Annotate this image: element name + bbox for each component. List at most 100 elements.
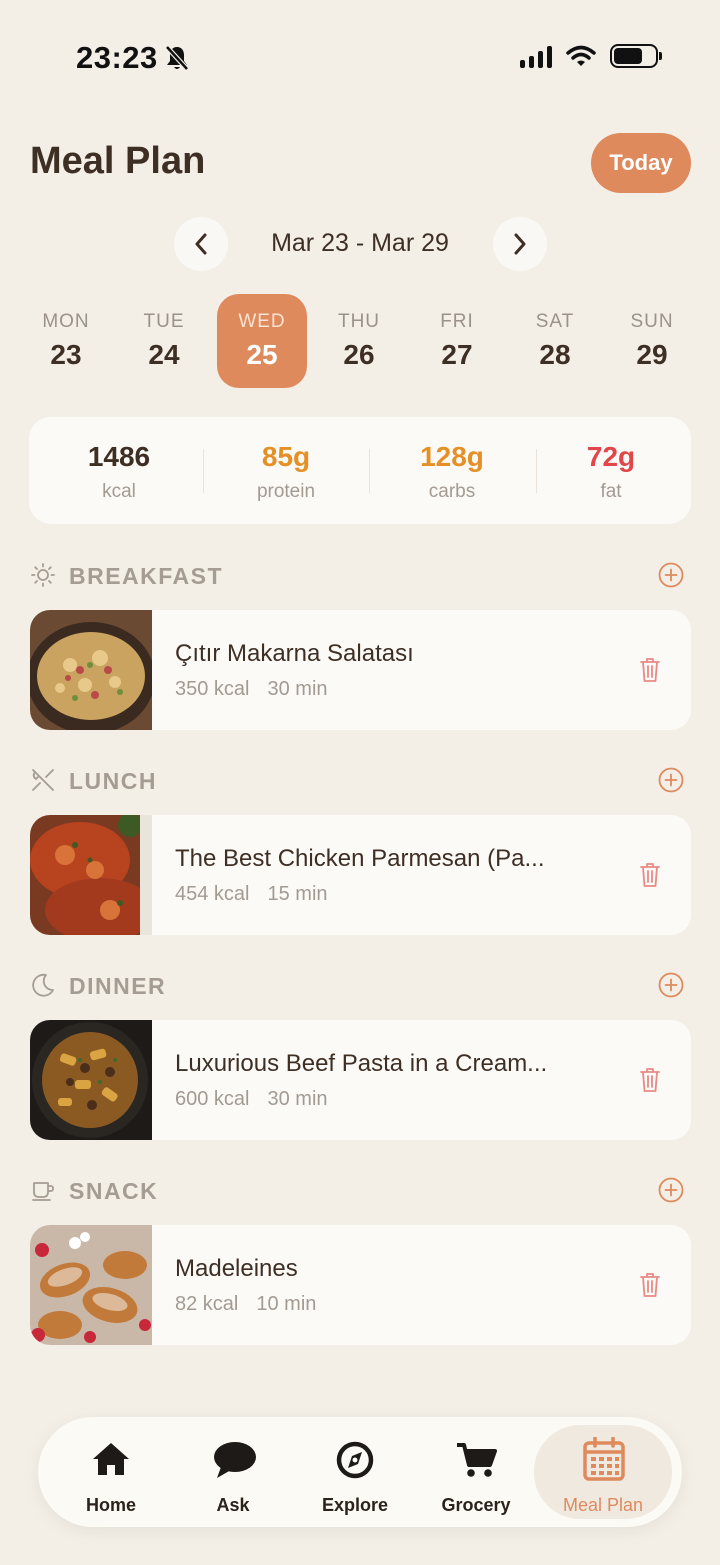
bottom-tab-bar: Home Ask Explore Grocery Meal Plan bbox=[38, 1417, 682, 1527]
day-mon[interactable]: MON 23 bbox=[21, 294, 111, 388]
day-number: 26 bbox=[343, 339, 375, 370]
meal-meta: 350 kcal 30 min bbox=[175, 678, 328, 701]
protein-label: protein bbox=[256, 481, 316, 502]
meal-duration: 30 min bbox=[267, 1088, 328, 1110]
breakfast-meal-card[interactable]: Çıtır Makarna Salatası 350 kcal 30 min bbox=[30, 610, 691, 730]
day-of-week: MON bbox=[42, 311, 90, 332]
meal-duration: 10 min bbox=[256, 1293, 317, 1315]
status-indicators bbox=[520, 44, 662, 68]
meal-calories: 454 kcal bbox=[175, 883, 250, 905]
carbs-stat: 128g carbs bbox=[369, 441, 535, 503]
status-time: 23:23 bbox=[76, 40, 158, 75]
meal-image bbox=[30, 815, 152, 935]
meal-image bbox=[30, 610, 152, 730]
sun-icon bbox=[31, 563, 55, 587]
cup-icon bbox=[32, 1182, 54, 1201]
lunch-section-header: LUNCH bbox=[30, 765, 690, 795]
meal-meta: 600 kcal 30 min bbox=[175, 1088, 328, 1111]
day-number: 29 bbox=[636, 339, 668, 370]
day-number: 25 bbox=[246, 339, 278, 370]
lunch-meal-card[interactable]: The Best Chicken Parmesan (Pa... 454 kca… bbox=[30, 815, 691, 935]
fat-value: 72g bbox=[586, 441, 636, 472]
section-label: LUNCH bbox=[69, 768, 157, 794]
tab-home[interactable]: Home bbox=[51, 1425, 171, 1519]
section-label: BREAKFAST bbox=[69, 563, 224, 589]
meal-calories: 82 kcal bbox=[175, 1293, 239, 1315]
today-button[interactable]: Today bbox=[591, 133, 691, 193]
trash-icon[interactable] bbox=[638, 861, 662, 889]
snack-meal-card[interactable]: Madeleines 82 kcal 10 min bbox=[30, 1225, 691, 1345]
meal-name: Luxurious Beef Pasta in a Cream... bbox=[175, 1050, 548, 1077]
trash-icon[interactable] bbox=[638, 1066, 662, 1094]
day-number: 27 bbox=[441, 339, 473, 370]
meal-image bbox=[30, 1225, 152, 1345]
moon-icon bbox=[32, 973, 54, 997]
week-navigator: Mar 23 - Mar 29 bbox=[0, 217, 720, 271]
kcal-stat: 1486 kcal bbox=[36, 441, 202, 503]
day-sat[interactable]: SAT 28 bbox=[510, 294, 600, 388]
trash-icon[interactable] bbox=[638, 656, 662, 684]
day-selector: MON 23 TUE 24 WED 25 THU 26 FRI 27 SAT 2… bbox=[20, 294, 700, 388]
chevron-right-icon bbox=[514, 233, 526, 255]
carbs-label: carbs bbox=[428, 481, 476, 502]
breakfast-section-header: BREAKFAST bbox=[30, 560, 690, 590]
shopping-cart-icon bbox=[457, 1443, 497, 1477]
section-label: DINNER bbox=[69, 973, 167, 999]
day-of-week: TUE bbox=[143, 311, 185, 332]
tab-ask[interactable]: Ask bbox=[173, 1425, 293, 1519]
meal-name: Madeleines bbox=[175, 1255, 298, 1282]
day-fri[interactable]: FRI 27 bbox=[412, 294, 502, 388]
status-bar: 23:23 bbox=[0, 38, 720, 82]
meal-duration: 15 min bbox=[267, 883, 328, 905]
tab-label: Grocery bbox=[441, 1495, 511, 1515]
day-of-week: SUN bbox=[630, 311, 674, 332]
dinner-section-header: DINNER bbox=[30, 970, 690, 1000]
calendar-icon bbox=[583, 1437, 625, 1481]
meal-meta: 82 kcal 10 min bbox=[175, 1293, 316, 1316]
bell-muted-icon bbox=[165, 45, 189, 71]
meal-duration: 30 min bbox=[267, 678, 328, 700]
add-lunch-button[interactable] bbox=[658, 767, 684, 793]
add-breakfast-button[interactable] bbox=[658, 562, 684, 588]
day-number: 24 bbox=[148, 339, 180, 370]
wifi-icon bbox=[566, 45, 596, 66]
next-week-button[interactable] bbox=[493, 217, 547, 271]
day-thu[interactable]: THU 26 bbox=[314, 294, 404, 388]
carbs-value: 128g bbox=[420, 441, 484, 472]
fat-stat: 72g fat bbox=[528, 441, 694, 503]
trash-icon[interactable] bbox=[638, 1271, 662, 1299]
meal-image bbox=[30, 1020, 152, 1140]
add-dinner-button[interactable] bbox=[658, 972, 684, 998]
protein-value: 85g bbox=[261, 441, 311, 472]
compass-icon bbox=[336, 1441, 374, 1479]
dinner-meal-card[interactable]: Luxurious Beef Pasta in a Cream... 600 k… bbox=[30, 1020, 691, 1140]
battery-icon bbox=[610, 44, 662, 68]
meal-name: Çıtır Makarna Salatası bbox=[175, 640, 414, 667]
fat-label: fat bbox=[600, 481, 622, 502]
utensils-icon bbox=[32, 769, 54, 791]
meal-calories: 350 kcal bbox=[175, 678, 250, 700]
day-number: 28 bbox=[539, 339, 571, 370]
meal-meta: 454 kcal 15 min bbox=[175, 883, 328, 906]
day-number: 23 bbox=[50, 339, 82, 370]
protein-stat: 85g protein bbox=[203, 441, 369, 503]
tab-label: Meal Plan bbox=[562, 1495, 644, 1515]
tab-label: Explore bbox=[321, 1495, 389, 1515]
tab-label: Ask bbox=[216, 1495, 250, 1515]
previous-week-button[interactable] bbox=[174, 217, 228, 271]
day-of-week: FRI bbox=[440, 311, 474, 332]
section-label: SNACK bbox=[69, 1178, 159, 1204]
home-icon bbox=[93, 1443, 129, 1475]
nutrition-summary: 1486 kcal 85g protein 128g carbs 72g fat bbox=[29, 417, 691, 524]
day-wed[interactable]: WED 25 bbox=[217, 294, 307, 388]
day-of-week: SAT bbox=[535, 311, 575, 332]
day-of-week: THU bbox=[337, 311, 381, 332]
add-snack-button[interactable] bbox=[658, 1177, 684, 1203]
kcal-label: kcal bbox=[102, 481, 136, 502]
day-sun[interactable]: SUN 29 bbox=[607, 294, 697, 388]
tab-grocery[interactable]: Grocery bbox=[416, 1425, 536, 1519]
cellular-signal-icon bbox=[520, 44, 552, 68]
tab-explore[interactable]: Explore bbox=[295, 1425, 415, 1519]
tab-meal-plan[interactable]: Meal Plan bbox=[534, 1425, 672, 1519]
day-tue[interactable]: TUE 24 bbox=[119, 294, 209, 388]
